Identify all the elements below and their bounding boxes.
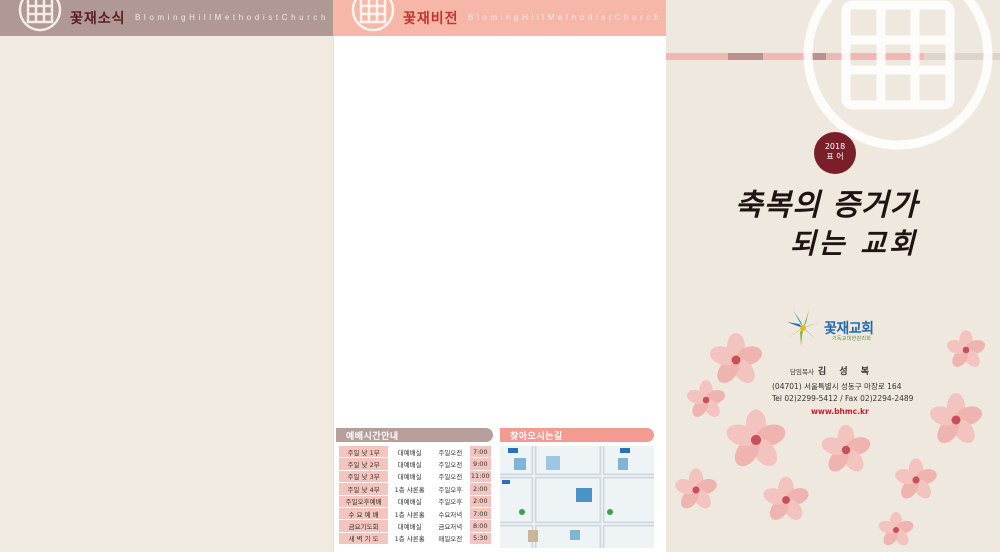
pastor-name: 김 성 복 — [817, 367, 875, 377]
schedule-day: 금요저녁 — [431, 519, 470, 533]
vision-header: 꽃재비전 BlomingHillMethodistChurch — [333, 0, 666, 36]
table-row: 주일 낮 2부 대예배실 주일오전 9:00 — [339, 457, 491, 471]
schedule-time: 9:00 — [469, 457, 491, 471]
schedule-time: 7:00 — [469, 446, 491, 459]
pastor-line: 담임목사 김 성 복 — [790, 364, 874, 377]
knot-ornament-icon — [351, 0, 395, 32]
schedule-day: 매일오전 — [431, 532, 470, 546]
schedule-day: 주일오전 — [431, 457, 470, 471]
stripe-pink — [666, 53, 728, 60]
schedule-day: 수요저녁 — [431, 507, 470, 521]
badge-label: 표 어 — [826, 152, 844, 161]
schedule-name: 주일 낮 1부 — [339, 446, 389, 459]
stripe-mauve — [728, 53, 763, 60]
table-row: 수 요 예 배 1층 샤론홀 수요저녁 7:00 — [339, 507, 491, 521]
table-row: 주일 낮 3부 대예배실 주일오전 11:00 — [339, 470, 491, 484]
table-row: 새 벽 기 도 1층 샤론홀 매일오전 5:30 — [339, 532, 491, 546]
schedule-place: 대예배실 — [388, 457, 432, 471]
schedule-name: 주일오후예배 — [339, 495, 389, 508]
news-title: 꽃재소식 — [70, 11, 126, 27]
schedule-place: 1층 샤론홀 — [388, 507, 432, 521]
directions-map — [500, 446, 654, 548]
church-website-link[interactable]: www.bhmc.kr — [811, 407, 869, 416]
schedule-time: 5:30 — [469, 532, 491, 546]
schedule-time: 11:00 — [469, 470, 491, 484]
schedule-place: 1층 샤론홀 — [388, 532, 432, 546]
schedule-time: 8:00 — [469, 519, 491, 533]
schedule-day: 주일오후 — [431, 482, 470, 496]
directions-heading: 찾아오시는길 — [510, 432, 563, 442]
pastor-label: 담임목사 — [790, 368, 814, 376]
schedule-day: 주일오전 — [431, 470, 470, 484]
table-row: 주일오후예배 대예배실 주일오후 2:00 — [339, 495, 491, 508]
schedule-name: 새 벽 기 도 — [339, 532, 389, 546]
news-header: 꽃재소식 BlomingHillMethodistChurch — [0, 0, 333, 36]
schedule-place: 대예배실 — [388, 446, 432, 459]
news-subtitle: BlomingHillMethodistChurch — [135, 13, 330, 22]
vision-title: 꽃재비전 — [403, 11, 459, 27]
schedule-name: 수 요 예 배 — [339, 507, 389, 521]
schedule-time: 7:00 — [469, 507, 491, 521]
fold-vertical-text — [656, 450, 664, 545]
worship-schedule-table: 주일 낮 1부 대예배실 주일오전 7:00 주일 낮 2부 대예배실 주일오전 9:00 주일… — [339, 446, 491, 546]
church-denomination: 기독교대한감리회 — [832, 336, 872, 342]
directions-heading-bar: 찾아오시는길 — [500, 428, 654, 442]
motto-badge: 2018 표 어 — [814, 132, 856, 174]
schedule-place: 대예배실 — [388, 495, 432, 508]
cover-title-line1: 축복의 증거가 — [735, 188, 919, 223]
schedule-day: 주일오후 — [431, 495, 470, 508]
schedule-name: 주일 낮 3부 — [339, 470, 389, 484]
church-address: (04701) 서울특별시 성동구 마장로 164 — [772, 382, 902, 391]
badge-year: 2018 — [824, 142, 846, 151]
table-row: 주일 낮 4부 1층 샤론홀 주일오후 2:00 — [339, 482, 491, 496]
schedule-name: 주일 낮 4부 — [339, 482, 389, 496]
worship-heading-bar: 예배시간안내 — [336, 428, 493, 442]
church-logo-icon — [787, 310, 820, 346]
knot-ornament-icon — [18, 0, 62, 32]
vision-subtitle: BlomingHillMethodistChurch — [468, 13, 663, 22]
fold-line — [333, 36, 334, 552]
schedule-time: 2:00 — [469, 482, 491, 496]
church-phone: Tel 02)2299-5412 / Fax 02)2294-2489 — [772, 394, 914, 403]
schedule-place: 대예배실 — [388, 470, 432, 484]
news-panel: 꽃재소식 BlomingHillMethodistChurch — [0, 0, 333, 552]
cover-title-line2: 되는 교회 — [790, 227, 918, 260]
schedule-name: 금요기도회 — [339, 519, 389, 533]
worship-heading: 예배시간안내 — [346, 432, 399, 442]
schedule-place: 대예배실 — [388, 519, 432, 533]
vision-panel: 꽃재비전 BlomingHillMethodistChurch 예배시간안내 주… — [333, 0, 666, 552]
large-knot-ornament-icon — [803, 0, 993, 150]
schedule-time: 2:00 — [469, 495, 491, 508]
schedule-day: 주일오전 — [431, 446, 470, 459]
schedule-place: 1층 샤론홀 — [388, 482, 432, 496]
table-row: 금요기도회 대예배실 금요저녁 8:00 — [339, 519, 491, 533]
schedule-name: 주일 낮 2부 — [339, 457, 389, 471]
table-row: 주일 낮 1부 대예배실 주일오전 7:00 — [339, 446, 491, 459]
